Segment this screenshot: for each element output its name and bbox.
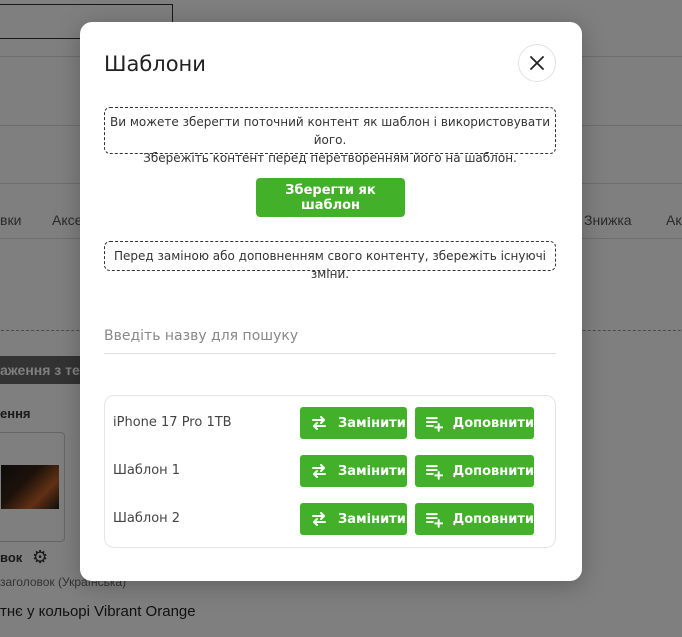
template-row: iPhone 17 Pro 1TB Замінити Доповнити (105, 407, 557, 439)
swap-arrows-icon (312, 464, 326, 478)
append-button[interactable]: Доповнити (415, 455, 534, 487)
save-as-template-button[interactable]: Зберегти як шаблон (256, 178, 405, 217)
template-row: Шаблон 1 Замінити Доповнити (105, 455, 557, 487)
append-button[interactable]: Доповнити (415, 407, 534, 439)
template-list: iPhone 17 Pro 1TB Замінити Доповнити Шаб… (104, 395, 556, 548)
append-button[interactable]: Доповнити (415, 503, 534, 535)
swap-arrows-icon (312, 512, 326, 526)
search-input[interactable] (104, 322, 556, 350)
info-text: Збережіть контент перед перетворенням йо… (143, 151, 517, 165)
replace-button[interactable]: Замінити (300, 503, 407, 535)
playlist-add-icon (425, 513, 443, 528)
template-name: Шаблон 2 (113, 511, 181, 526)
close-icon (530, 56, 544, 70)
info-box: Ви можете зберегти поточний контент як ш… (104, 107, 556, 165)
warning-box: Перед заміною або доповненням свого конт… (104, 241, 556, 281)
replace-label: Замінити (338, 415, 406, 431)
replace-label: Замінити (338, 463, 406, 479)
template-name: iPhone 17 Pro 1TB (113, 415, 232, 430)
replace-label: Замінити (338, 511, 406, 527)
templates-modal: Шаблони Ви можете зберегти поточний конт… (80, 22, 582, 581)
playlist-add-icon (425, 465, 443, 480)
playlist-add-icon (425, 417, 443, 432)
info-text: Ви можете зберегти поточний контент як ш… (109, 115, 551, 147)
append-label: Доповнити (452, 511, 534, 527)
append-label: Доповнити (452, 463, 534, 479)
swap-arrows-icon (312, 416, 326, 430)
replace-button[interactable]: Замінити (300, 455, 407, 487)
modal-title: Шаблони (104, 52, 206, 76)
search-field (104, 322, 556, 354)
append-label: Доповнити (452, 415, 534, 431)
replace-button[interactable]: Замінити (300, 407, 407, 439)
template-row: Шаблон 2 Замінити Доповнити (105, 503, 557, 535)
close-button[interactable] (518, 44, 556, 82)
warning-text: Перед заміною або доповненням свого конт… (114, 249, 546, 281)
template-name: Шаблон 1 (113, 463, 181, 478)
